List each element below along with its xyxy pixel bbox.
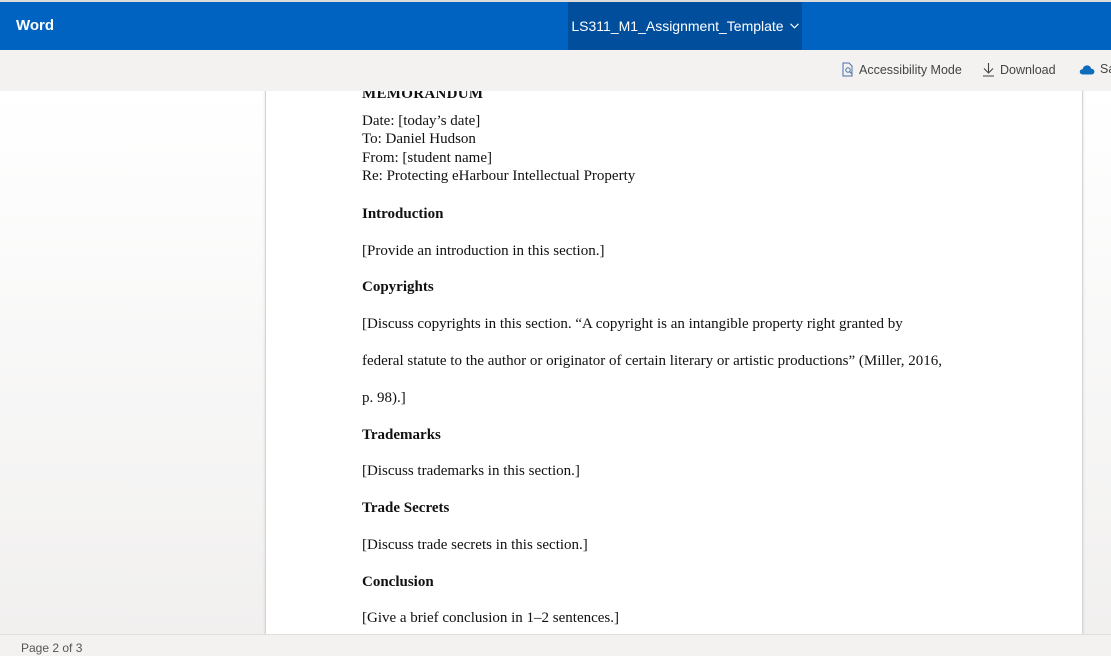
top-strip bbox=[0, 0, 1111, 2]
from-line: From: [student name] bbox=[362, 150, 492, 166]
copyrights-text-line-3: p. 98).] bbox=[362, 390, 406, 406]
page-indicator: Page 2 of 3 bbox=[21, 641, 83, 655]
copyrights-heading: Copyrights bbox=[362, 279, 434, 295]
app-name[interactable]: Word bbox=[16, 17, 54, 34]
introduction-heading: Introduction bbox=[362, 206, 444, 222]
copyrights-text-line-1: [Discuss copyrights in this section. “A … bbox=[362, 316, 903, 332]
download-icon bbox=[982, 62, 995, 77]
status-bar: Page 2 of 3 bbox=[0, 634, 1111, 656]
re-line: Re: Protecting eHarbour Intellectual Pro… bbox=[362, 168, 636, 184]
document-title-button[interactable]: LS311_M1_Assignment_Template bbox=[568, 2, 802, 50]
accessibility-icon bbox=[842, 62, 854, 77]
trade-secrets-heading: Trade Secrets bbox=[362, 500, 450, 516]
onedrive-cloud-icon bbox=[1079, 64, 1095, 75]
conclusion-text: [Give a brief conclusion in 1–2 sentence… bbox=[362, 610, 619, 626]
app-header: Word LS311_M1_Assignment_Template bbox=[0, 0, 1111, 50]
conclusion-heading: Conclusion bbox=[362, 574, 434, 590]
chevron-down-icon bbox=[789, 21, 799, 32]
document-workspace[interactable]: MEMORANDUM Date: [today’s date] To: Dani… bbox=[0, 91, 1111, 634]
accessibility-mode-button[interactable]: Accessibility Mode bbox=[842, 62, 962, 77]
to-line: To: Daniel Hudson bbox=[362, 131, 476, 147]
download-label: Download bbox=[1000, 62, 1056, 77]
trade-secrets-text: [Discuss trade secrets in this section.] bbox=[362, 537, 588, 553]
memo-heading: MEMORANDUM bbox=[362, 91, 484, 102]
introduction-text: [Provide an introduction in this section… bbox=[362, 243, 605, 259]
save-to-onedrive-button[interactable]: Sa bbox=[1079, 62, 1111, 76]
accessibility-mode-label: Accessibility Mode bbox=[859, 62, 962, 77]
date-line: Date: [today’s date] bbox=[362, 113, 481, 129]
save-label: Sa bbox=[1100, 62, 1111, 76]
document-title: LS311_M1_Assignment_Template bbox=[571, 18, 784, 34]
copyrights-text-line-2: federal statute to the author or origina… bbox=[362, 353, 943, 369]
trademarks-heading: Trademarks bbox=[362, 427, 441, 443]
command-bar: Accessibility Mode Download Sa bbox=[0, 50, 1111, 92]
document-page[interactable]: MEMORANDUM Date: [today’s date] To: Dani… bbox=[265, 91, 1083, 634]
download-button[interactable]: Download bbox=[982, 62, 1056, 77]
trademarks-text: [Discuss trademarks in this section.] bbox=[362, 463, 580, 479]
